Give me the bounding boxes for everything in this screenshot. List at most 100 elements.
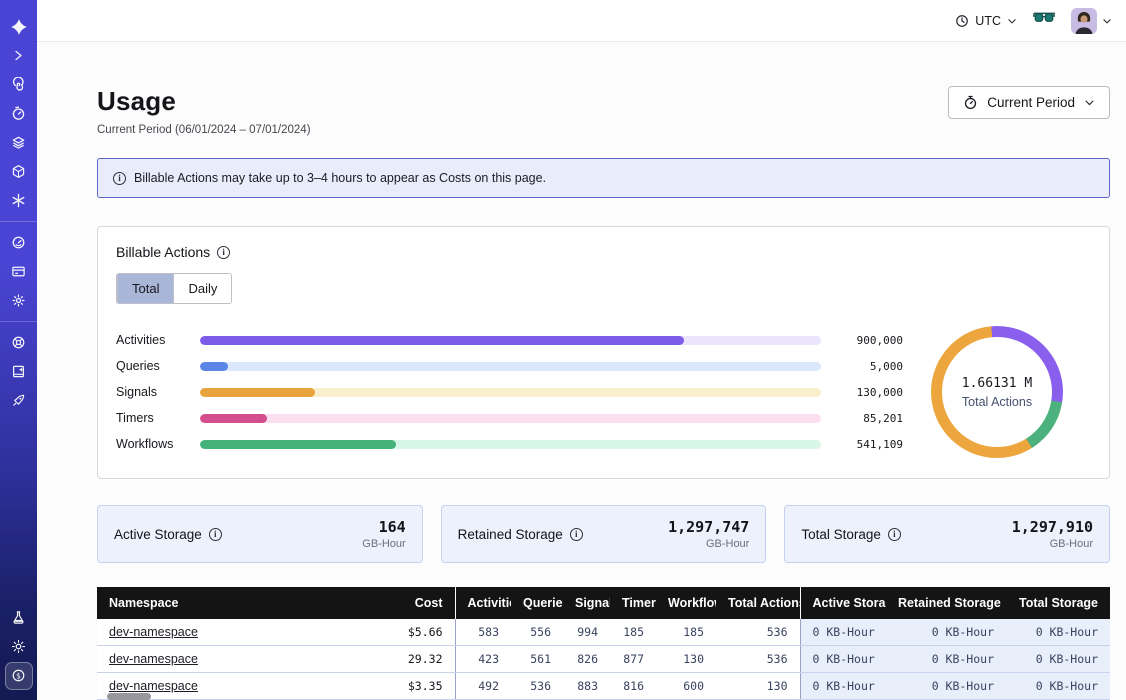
period-subtitle: Current Period (06/01/2024 – 07/01/2024)	[97, 124, 311, 136]
timezone-selector[interactable]: UTC	[955, 14, 1017, 28]
namespace-link[interactable]: dev-namespace	[109, 625, 198, 639]
bar-fill	[200, 388, 315, 397]
cell-active-storage: 0 KB-Hour	[800, 619, 886, 646]
cell-workflows: 185	[656, 619, 716, 646]
pricing-dollar-icon[interactable]: $	[0, 661, 37, 690]
sidebar: $	[0, 0, 37, 700]
settings-gear-icon[interactable]	[0, 286, 37, 315]
bar-fill	[200, 336, 684, 345]
cell-queries: 556	[511, 619, 563, 646]
cell-activities: 492	[455, 673, 511, 700]
namespace-usage-table: Namespace Cost Activities Queries Signal…	[97, 587, 1110, 700]
horizontal-scrollbar-thumb[interactable]	[107, 693, 151, 700]
bar-label: Workflows	[116, 437, 186, 451]
usage-bar-row: Queries 5,000	[116, 353, 903, 379]
total-daily-tabs: TotalDaily	[116, 273, 232, 304]
sidebar-divider	[0, 221, 37, 222]
user-avatar	[1071, 8, 1097, 34]
app-window: $ UTC Usage Curre	[0, 0, 1126, 700]
namespace-link[interactable]: dev-namespace	[109, 652, 198, 666]
period-dropdown-button[interactable]: Current Period	[948, 86, 1110, 119]
col-header-retained-storage: Retained Storage	[886, 587, 1006, 619]
clock-icon	[955, 14, 969, 28]
namespaces-icon[interactable]	[0, 70, 37, 99]
tab[interactable]: Daily	[173, 274, 231, 303]
tab[interactable]: Total	[117, 274, 173, 303]
info-icon[interactable]	[570, 528, 583, 541]
bar-track	[200, 440, 821, 449]
info-icon	[113, 172, 126, 185]
namespace-link[interactable]: dev-namespace	[109, 679, 198, 693]
total-actions-donut: 1.66131 M Total Actions	[931, 326, 1063, 458]
storage-card-unit: GB-Hour	[362, 538, 405, 550]
dev-glasses-icon[interactable]	[1033, 11, 1055, 30]
col-header-total-actions: Total Actions	[716, 587, 800, 619]
support-lifebuoy-icon[interactable]	[0, 328, 37, 357]
chevron-down-icon	[1102, 16, 1112, 26]
labs-flask-icon[interactable]	[0, 603, 37, 632]
user-menu[interactable]	[1071, 8, 1112, 34]
info-icon[interactable]	[209, 528, 222, 541]
chevron-down-icon	[1007, 16, 1017, 26]
cell-timers: 877	[610, 646, 656, 673]
expand-sidebar-icon[interactable]	[0, 41, 37, 70]
nexus-icon[interactable]	[0, 186, 37, 215]
cell-activities: 423	[455, 646, 511, 673]
cell-signals: 826	[563, 646, 610, 673]
col-header-total-storage: Total Storage	[1006, 587, 1110, 619]
donut-total-label: Total Actions	[962, 395, 1032, 409]
page-title: Usage	[97, 86, 311, 117]
temporal-logo-icon[interactable]	[0, 12, 37, 41]
theme-sun-icon[interactable]	[0, 632, 37, 661]
cell-workflows: 600	[656, 673, 716, 700]
storage-cards: Active Storage 164 GB-Hour Retained Stor…	[97, 505, 1110, 563]
billable-actions-card: Billable Actions TotalDaily Activities 9…	[97, 226, 1110, 479]
cell-retained-storage: 0 KB-Hour	[886, 646, 1006, 673]
svg-text:$: $	[16, 671, 21, 680]
schedules-icon[interactable]	[0, 99, 37, 128]
bar-label: Queries	[116, 359, 186, 373]
table-row: dev-namespace $3.35 492 536 883 816 600 …	[97, 673, 1110, 700]
bar-value: 900,000	[837, 334, 903, 347]
donut-total-value: 1.66131 M	[962, 376, 1032, 391]
cell-retained-storage: 0 KB-Hour	[886, 619, 1006, 646]
cell-cost: 29.32	[343, 646, 455, 673]
bar-value: 85,201	[837, 412, 903, 425]
bar-value: 541,109	[837, 438, 903, 451]
docs-icon[interactable]	[0, 357, 37, 386]
usage-bars: Activities 900,000 Queries 5,000	[116, 327, 903, 457]
col-header-active-storage: Active Storage	[800, 587, 886, 619]
storage-card-unit: GB-Hour	[668, 538, 749, 550]
billing-card-icon[interactable]	[0, 257, 37, 286]
timezone-label: UTC	[975, 14, 1001, 28]
usage-gauge-icon[interactable]	[0, 228, 37, 257]
bar-label: Activities	[116, 333, 186, 347]
sidebar-divider	[0, 321, 37, 322]
col-header-queries: Queries	[511, 587, 563, 619]
bar-fill	[200, 440, 396, 449]
period-dropdown-label: Current Period	[987, 95, 1075, 110]
cell-cost: $3.35	[343, 673, 455, 700]
cell-total-actions: 130	[716, 673, 800, 700]
table-row: dev-namespace $5.66 583 556 994 185 185 …	[97, 619, 1110, 646]
workflows-cube-icon[interactable]	[0, 157, 37, 186]
usage-bar-row: Timers 85,201	[116, 405, 903, 431]
storage-card-value: 1,297,747	[668, 518, 749, 536]
cell-queries: 561	[511, 646, 563, 673]
storage-card: Active Storage 164 GB-Hour	[97, 505, 423, 563]
cell-retained-storage: 0 KB-Hour	[886, 673, 1006, 700]
deployments-icon[interactable]	[0, 128, 37, 157]
col-header-signals: Signals	[563, 587, 610, 619]
cell-cost: $5.66	[343, 619, 455, 646]
usage-bar-row: Workflows 541,109	[116, 431, 903, 457]
chevron-down-icon	[1084, 97, 1095, 108]
getting-started-rocket-icon[interactable]	[0, 386, 37, 415]
info-icon[interactable]	[217, 246, 230, 259]
cell-timers: 185	[610, 619, 656, 646]
usage-bar-row: Activities 900,000	[116, 327, 903, 353]
bar-track	[200, 362, 821, 371]
storage-card: Total Storage 1,297,910 GB-Hour	[784, 505, 1110, 563]
stopwatch-icon	[963, 95, 978, 110]
bar-track	[200, 388, 821, 397]
info-icon[interactable]	[888, 528, 901, 541]
